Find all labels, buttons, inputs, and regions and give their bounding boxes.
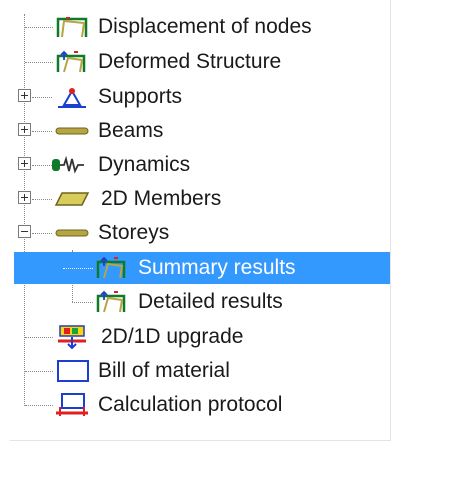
- tree-item-label: Displacement of nodes: [98, 15, 312, 38]
- tree-connector: [32, 199, 52, 200]
- structure-displacement-icon: [56, 17, 88, 38]
- upgrade-icon: [58, 325, 86, 349]
- tree-item-bill-of-material[interactable]: Bill of material: [10, 354, 400, 388]
- tree-item-2d-members[interactable]: 2D Members: [10, 182, 400, 216]
- tree-item-summary-results[interactable]: Summary results: [10, 251, 400, 285]
- collapse-toggle[interactable]: [18, 225, 31, 238]
- tree-item-label: Beams: [98, 119, 164, 142]
- tree-connector: [63, 268, 93, 269]
- tree-connector: [32, 131, 52, 132]
- tree-connector: [32, 97, 52, 98]
- plate-icon: [54, 192, 90, 206]
- tree-item-displacement-of-nodes[interactable]: Displacement of nodes: [10, 10, 400, 44]
- tree-item-label: Deformed Structure: [98, 50, 282, 73]
- expand-toggle[interactable]: [18, 157, 31, 170]
- calculation-protocol-icon: [56, 393, 88, 416]
- tree-item-label: Supports: [98, 85, 183, 108]
- tree-item-label: Calculation protocol: [98, 393, 283, 416]
- tree-connector: [25, 371, 53, 372]
- beam-icon: [55, 127, 89, 135]
- dynamics-icon: [52, 155, 84, 174]
- summary-results-icon: [96, 256, 126, 279]
- storey-icon: [55, 229, 89, 237]
- results-tree: Displacement of nodes Deformed Structure…: [10, 0, 391, 441]
- expand-toggle[interactable]: [18, 123, 31, 136]
- tree-item-beams[interactable]: Beams: [10, 114, 400, 148]
- detailed-results-icon: [96, 290, 126, 313]
- tree-connector: [25, 405, 53, 406]
- expand-toggle[interactable]: [18, 89, 31, 102]
- tree-connector: [25, 27, 53, 28]
- tree-item-label: Dynamics: [98, 153, 191, 176]
- tree-connector: [32, 233, 52, 234]
- tree-item-label: Detailed results: [138, 290, 283, 313]
- tree-item-label: Summary results: [138, 256, 296, 279]
- tree-connector: [32, 165, 52, 166]
- tree-item-2d-1d-upgrade[interactable]: 2D/1D upgrade: [10, 320, 400, 354]
- tree-item-deformed-structure[interactable]: Deformed Structure: [10, 45, 400, 79]
- deformed-structure-icon: [56, 50, 86, 73]
- tree-item-label: 2D/1D upgrade: [101, 325, 244, 348]
- tree-item-calculation-protocol[interactable]: Calculation protocol: [10, 388, 400, 422]
- support-icon: [58, 88, 86, 108]
- tree-item-detailed-results[interactable]: Detailed results: [10, 285, 400, 319]
- tree-connector: [25, 337, 53, 338]
- tree-connector: [25, 62, 53, 63]
- tree-item-supports[interactable]: Supports: [10, 80, 400, 114]
- tree-connector: [72, 302, 93, 303]
- expand-toggle[interactable]: [18, 191, 31, 204]
- tree-item-storeys[interactable]: Storeys: [10, 216, 400, 250]
- bill-of-material-icon: [57, 360, 89, 382]
- tree-item-label: 2D Members: [101, 187, 222, 210]
- tree-item-dynamics[interactable]: Dynamics: [10, 148, 400, 182]
- tree-item-label: Storeys: [98, 221, 170, 244]
- tree-item-label: Bill of material: [98, 359, 230, 382]
